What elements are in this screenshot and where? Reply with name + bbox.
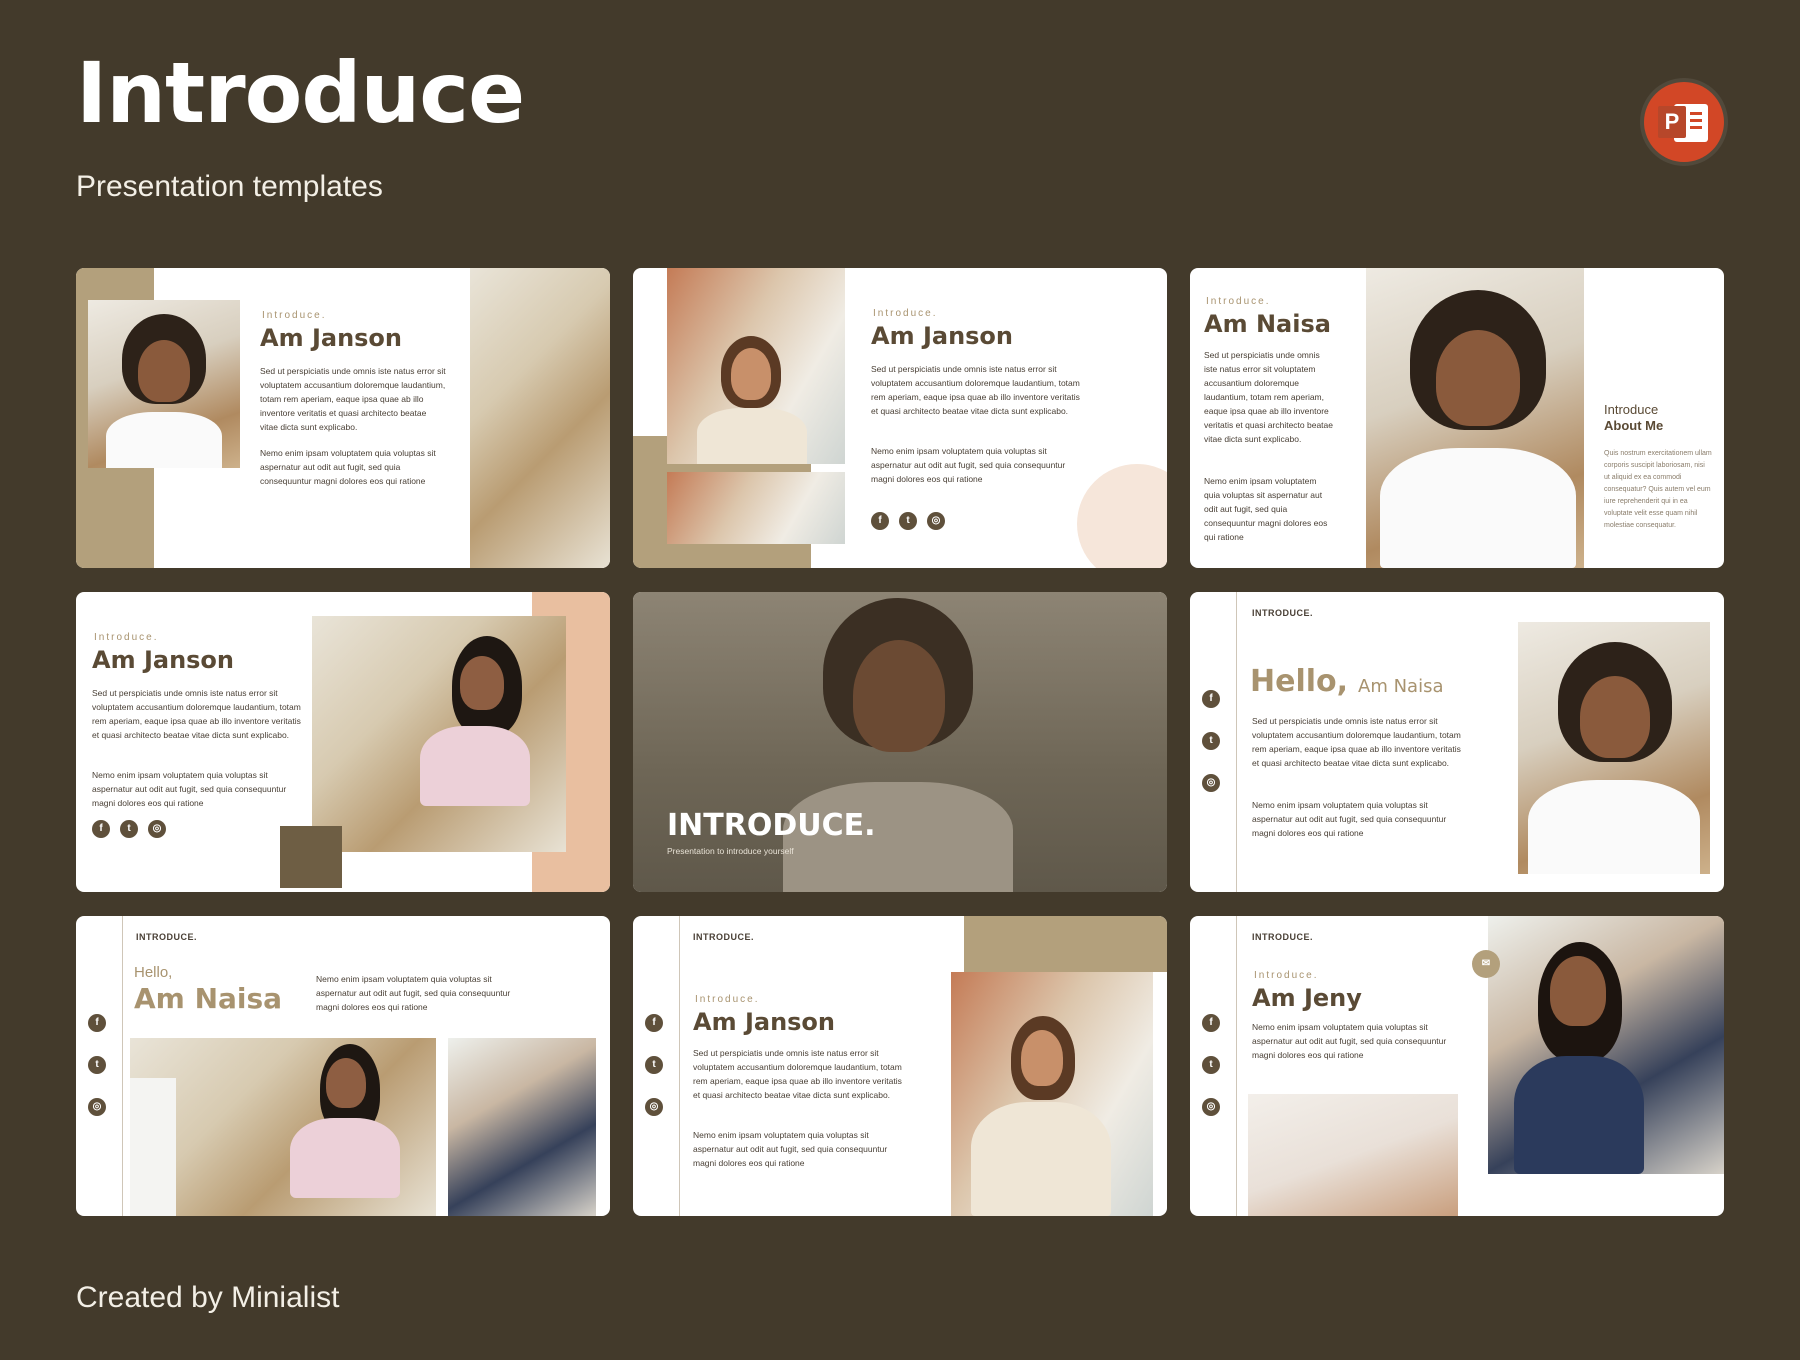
slide-thumbnail-1[interactable]: Introduce. Am Janson Sed ut perspiciatis… — [76, 268, 610, 568]
side-subtitle: About Me — [1604, 418, 1664, 433]
instagram-icon[interactable]: ◎ — [1202, 1098, 1220, 1116]
slide-name: Am Jeny — [1252, 984, 1362, 1012]
dark-accent-square — [280, 826, 342, 888]
facebook-icon[interactable]: f — [1202, 690, 1220, 708]
accent-block — [964, 916, 1167, 972]
slide-eyebrow: Introduce. — [1206, 296, 1271, 307]
slide-thumbnail-5[interactable]: INTRODUCE. Presentation to introduce you… — [633, 592, 1167, 892]
handshake-photo — [1248, 1094, 1458, 1216]
slide-paragraph-2: Nemo enim ipsam voluptatem quia voluptas… — [693, 1130, 888, 1168]
slide-paragraph-1: Sed ut perspiciatis unde omnis iste natu… — [871, 364, 1080, 416]
divider-line — [1236, 592, 1237, 892]
woman-portrait-photo — [667, 268, 845, 464]
portrait-photo — [1518, 622, 1710, 874]
slide-label: INTRODUCE. — [136, 932, 197, 942]
twitter-icon[interactable]: t — [645, 1056, 663, 1074]
instagram-icon[interactable]: ◎ — [1202, 774, 1220, 792]
twitter-icon[interactable]: t — [1202, 1056, 1220, 1074]
slide-name: Am Naisa — [134, 982, 283, 1015]
woman-desk-photo — [951, 972, 1153, 1216]
divider-line — [1236, 916, 1237, 1216]
slide-paragraph-2: Nemo enim ipsam voluptatem quia voluptas… — [260, 448, 436, 486]
slide-paragraph-1: Sed ut perspiciatis unde omnis iste natu… — [1204, 350, 1333, 444]
slide-paragraph-2: Nemo enim ipsam voluptatem quia voluptas… — [92, 770, 287, 808]
slide-thumbnail-4[interactable]: Introduce. Am Janson Sed ut perspiciatis… — [76, 592, 610, 892]
slide-name: Am Janson — [260, 324, 403, 352]
page-subtitle: Presentation templates — [76, 170, 383, 203]
facebook-icon[interactable]: f — [1202, 1014, 1220, 1032]
chat-badge-icon: ✉ — [1472, 950, 1500, 978]
hello-heading: Hello, — [1250, 664, 1349, 699]
facebook-icon[interactable]: f — [871, 512, 889, 530]
slide-label: INTRODUCE. — [693, 932, 754, 942]
footer-credit: Created by Minialist — [76, 1281, 340, 1314]
woman-desk-photo — [667, 472, 845, 544]
slide-label: INTRODUCE. — [1252, 608, 1313, 618]
slide-paragraph-1: Sed ut perspiciatis unde omnis iste natu… — [92, 688, 301, 740]
slide-thumbnail-8[interactable]: f t ◎ INTRODUCE. Introduce. Am Janson Se… — [633, 916, 1167, 1216]
slide-eyebrow: Introduce. — [873, 308, 938, 319]
slide-paragraph-2: Nemo enim ipsam voluptatem quia voluptas… — [871, 446, 1066, 484]
slide-paragraph-1: Sed ut perspiciatis unde omnis iste natu… — [260, 366, 446, 432]
facebook-icon[interactable]: f — [88, 1014, 106, 1032]
woman-handshake-photo — [1488, 916, 1724, 1174]
slide-thumbnail-7[interactable]: f t ◎ INTRODUCE. Hello, Am Naisa Nemo en… — [76, 916, 610, 1216]
girl-waving-photo — [312, 616, 566, 852]
slide-eyebrow: Introduce. — [262, 310, 327, 321]
slide-paragraph-1: Nemo enim ipsam voluptatem quia voluptas… — [316, 974, 511, 1012]
side-paragraph: Quis nostrum exercitationem ullam corpor… — [1604, 450, 1712, 529]
twitter-icon[interactable]: t — [1202, 732, 1220, 750]
instagram-icon[interactable]: ◎ — [148, 820, 166, 838]
slide-eyebrow: Introduce. — [695, 994, 760, 1005]
decorative-circle — [1077, 464, 1167, 568]
slide-paragraph-1: Nemo enim ipsam voluptatem quia voluptas… — [1252, 1022, 1447, 1060]
slide-paragraph-2: Nemo enim ipsam voluptatem quia voluptas… — [1252, 800, 1447, 838]
slide-eyebrow: Introduce. — [94, 632, 159, 643]
slide-paragraph-1: Sed ut perspiciatis unde omnis iste natu… — [693, 1048, 902, 1100]
slide-name: Am Naisa — [1204, 310, 1331, 338]
cover-subtitle: Presentation to introduce yourself — [667, 846, 794, 856]
divider-line — [679, 916, 680, 1216]
side-title: Introduce — [1604, 402, 1659, 417]
slide-name: Am Janson — [693, 1008, 836, 1036]
slide-thumbnail-9[interactable]: f t ◎ INTRODUCE. Introduce. Am Jeny Nemo… — [1190, 916, 1724, 1216]
girl-laptop-photo — [130, 1038, 436, 1216]
facebook-icon[interactable]: f — [92, 820, 110, 838]
slide-label: INTRODUCE. — [1252, 932, 1313, 942]
instagram-icon[interactable]: ◎ — [645, 1098, 663, 1116]
facebook-icon[interactable]: f — [645, 1014, 663, 1032]
hello-heading: Hello, — [134, 964, 173, 981]
slide-thumbnail-2[interactable]: Introduce. Am Janson Sed ut perspiciatis… — [633, 268, 1167, 568]
slide-name: Am Janson — [92, 646, 235, 674]
slide-paragraph-2: Nemo enim ipsam voluptatem quia voluptas… — [1204, 476, 1328, 542]
instagram-icon[interactable]: ◎ — [88, 1098, 106, 1116]
twitter-icon[interactable]: t — [899, 512, 917, 530]
divider-line — [122, 916, 123, 1216]
twitter-icon[interactable]: t — [88, 1056, 106, 1074]
classroom-photo — [470, 268, 610, 568]
powerpoint-icon: P — [1644, 82, 1724, 162]
instagram-icon[interactable]: ◎ — [927, 512, 945, 530]
page-title: Introduce — [76, 44, 525, 142]
slide-eyebrow: Introduce. — [1254, 970, 1319, 981]
powerpoint-letter: P — [1658, 106, 1686, 138]
handshake-photo — [448, 1038, 596, 1216]
cover-title: INTRODUCE. — [667, 808, 876, 843]
twitter-icon[interactable]: t — [120, 820, 138, 838]
portrait-photo — [1366, 268, 1584, 568]
slide-thumbnail-3[interactable]: Introduce. Am Naisa Sed ut perspiciatis … — [1190, 268, 1724, 568]
slide-name: Am Janson — [871, 322, 1014, 350]
portrait-photo — [88, 300, 240, 468]
slide-name: Am Naisa — [1358, 676, 1444, 697]
slide-paragraph-1: Sed ut perspiciatis unde omnis iste natu… — [1252, 716, 1461, 768]
slide-thumbnail-6[interactable]: f t ◎ INTRODUCE. Hello, Am Naisa Sed ut … — [1190, 592, 1724, 892]
